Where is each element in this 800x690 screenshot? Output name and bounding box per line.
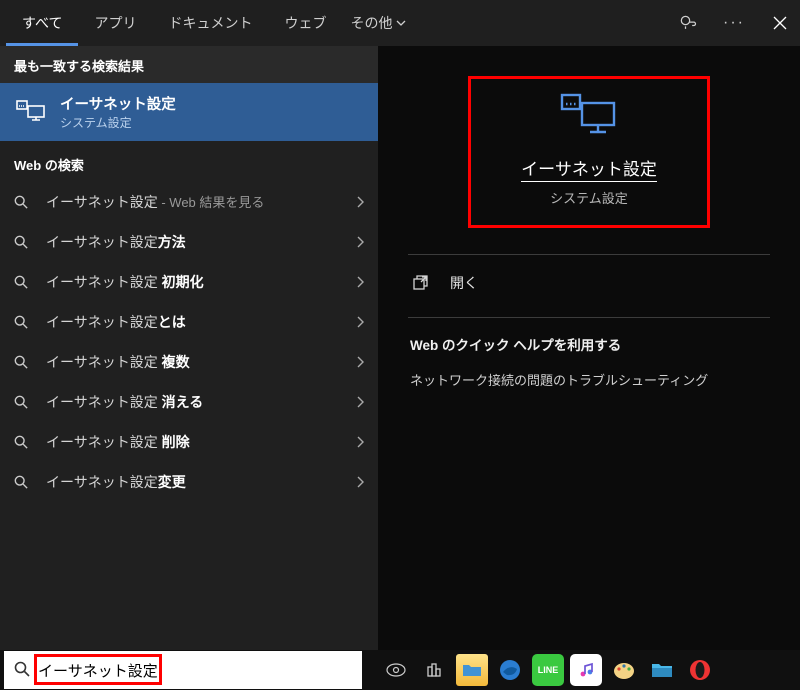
preview-title: イーサネット設定 bbox=[521, 155, 657, 182]
search-icon bbox=[14, 275, 34, 289]
quick-help-item[interactable]: ネットワーク接続の問題のトラブルシューティング bbox=[408, 368, 770, 399]
chevron-down-icon bbox=[396, 18, 406, 28]
web-suggestion-4[interactable]: イーサネット設定 複数 bbox=[0, 342, 378, 382]
chevron-right-icon[interactable] bbox=[356, 436, 364, 448]
search-icon bbox=[14, 195, 34, 209]
web-suggestion-label: イーサネット設定 初期化 bbox=[46, 272, 356, 292]
web-suggestion-7[interactable]: イーサネット設定変更 bbox=[0, 462, 378, 502]
line-icon[interactable]: LINE bbox=[532, 654, 564, 686]
taskbar-search[interactable] bbox=[4, 651, 362, 689]
search-icon bbox=[14, 395, 34, 409]
web-suggestion-label: イーサネット設定 消える bbox=[46, 392, 356, 412]
best-match-subtitle: システム設定 bbox=[60, 114, 176, 131]
preview-panel: イーサネット設定 システム設定 開く Web のクイック ヘルプを利用する ネッ… bbox=[378, 46, 800, 650]
options-button[interactable]: ··· bbox=[720, 9, 748, 37]
open-label: 開く bbox=[450, 273, 478, 293]
chevron-right-icon[interactable] bbox=[356, 236, 364, 248]
cortana-icon[interactable] bbox=[418, 654, 450, 686]
search-icon bbox=[14, 315, 34, 329]
tab-documents[interactable]: ドキュメント bbox=[152, 1, 268, 46]
web-suggestion-label: イーサネット設定 - Web 結果を見る bbox=[46, 192, 356, 212]
web-suggestion-2[interactable]: イーサネット設定 初期化 bbox=[0, 262, 378, 302]
explorer-icon[interactable] bbox=[456, 654, 488, 686]
ethernet-settings-icon bbox=[14, 95, 48, 129]
section-best-match: 最も一致する検索結果 bbox=[0, 46, 378, 83]
feedback-button[interactable] bbox=[674, 9, 702, 37]
web-suggestion-label: イーサネット設定 複数 bbox=[46, 352, 356, 372]
tab-apps[interactable]: アプリ bbox=[78, 1, 152, 46]
results-panel: 最も一致する検索結果 イーサネット設定 システム設定 Web の検索 イーサネッ… bbox=[0, 46, 378, 650]
more-icon: ··· bbox=[723, 14, 745, 32]
tab-web[interactable]: ウェブ bbox=[268, 1, 342, 46]
chevron-right-icon[interactable] bbox=[356, 356, 364, 368]
search-tabs: すべて アプリ ドキュメント ウェブ その他 ··· bbox=[0, 0, 800, 46]
web-suggestion-label: イーサネット設定方法 bbox=[46, 232, 356, 252]
itunes-icon[interactable] bbox=[570, 654, 602, 686]
close-button[interactable] bbox=[766, 9, 794, 37]
chevron-right-icon[interactable] bbox=[356, 396, 364, 408]
paint-icon[interactable] bbox=[608, 654, 640, 686]
taskbar: LINE bbox=[0, 650, 800, 690]
chevron-right-icon[interactable] bbox=[356, 276, 364, 288]
best-match-item[interactable]: イーサネット設定 システム設定 bbox=[0, 83, 378, 141]
chevron-right-icon[interactable] bbox=[356, 316, 364, 328]
search-icon bbox=[14, 661, 30, 677]
web-suggestion-0[interactable]: イーサネット設定 - Web 結果を見る bbox=[0, 182, 378, 222]
ethernet-settings-large-icon bbox=[560, 93, 618, 139]
chevron-right-icon[interactable] bbox=[356, 196, 364, 208]
opera-icon[interactable] bbox=[684, 654, 716, 686]
task-view-icon[interactable] bbox=[380, 654, 412, 686]
section-web-search: Web の検索 bbox=[0, 141, 378, 182]
open-icon bbox=[412, 275, 432, 291]
web-suggestion-label: イーサネット設定とは bbox=[46, 312, 356, 332]
web-suggestion-6[interactable]: イーサネット設定 削除 bbox=[0, 422, 378, 462]
web-suggestion-1[interactable]: イーサネット設定方法 bbox=[0, 222, 378, 262]
web-suggestion-3[interactable]: イーサネット設定とは bbox=[0, 302, 378, 342]
close-icon bbox=[773, 16, 787, 30]
feedback-icon bbox=[678, 13, 698, 33]
open-action[interactable]: 開く bbox=[408, 255, 770, 311]
tab-all[interactable]: すべて bbox=[6, 1, 78, 46]
search-icon bbox=[14, 355, 34, 369]
web-suggestion-label: イーサネット設定 削除 bbox=[46, 432, 356, 452]
search-input[interactable] bbox=[38, 655, 338, 685]
chevron-right-icon[interactable] bbox=[356, 476, 364, 488]
best-match-title: イーサネット設定 bbox=[60, 93, 176, 114]
edge-icon[interactable] bbox=[494, 654, 526, 686]
folder-icon[interactable] bbox=[646, 654, 678, 686]
search-icon bbox=[14, 235, 34, 249]
quick-help-header: Web のクイック ヘルプを利用する bbox=[408, 318, 770, 368]
search-icon bbox=[14, 475, 34, 489]
preview-card[interactable]: イーサネット設定 システム設定 bbox=[468, 76, 710, 228]
web-suggestion-5[interactable]: イーサネット設定 消える bbox=[0, 382, 378, 422]
tab-more[interactable]: その他 bbox=[342, 1, 414, 45]
preview-subtitle: システム設定 bbox=[550, 188, 628, 207]
search-icon bbox=[14, 435, 34, 449]
web-suggestion-label: イーサネット設定変更 bbox=[46, 472, 356, 492]
